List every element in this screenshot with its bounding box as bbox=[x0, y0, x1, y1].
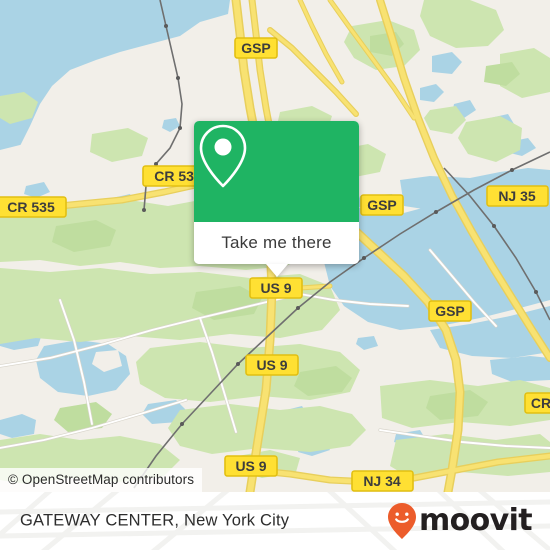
shield-label: NJ 35 bbox=[498, 188, 536, 204]
shield-gsp-north: GSP bbox=[234, 37, 278, 59]
shield-label: CR 535 bbox=[7, 199, 55, 215]
shield-label: CR bbox=[531, 395, 550, 411]
moovit-map-screenshot: GSP CR 535 CR 535 GSP NJ 35 US 9 GSP US 9 CR US 9… bbox=[0, 0, 550, 550]
bottom-info-bar: GATEWAY CENTER, New York City moovit bbox=[0, 492, 550, 550]
shield-us9-lower: US 9 bbox=[224, 455, 278, 477]
place-separator: , bbox=[174, 511, 184, 530]
shield-label: GSP bbox=[367, 197, 397, 213]
take-me-there-label: Take me there bbox=[221, 233, 332, 252]
shield-label: US 9 bbox=[256, 357, 287, 373]
place-city: New York City bbox=[183, 511, 290, 530]
moovit-brand[interactable]: moovit bbox=[387, 502, 533, 540]
shield-label: US 9 bbox=[260, 280, 291, 296]
map-pin-icon bbox=[199, 124, 247, 188]
shield-us9-upper: US 9 bbox=[249, 277, 303, 299]
place-title: GATEWAY CENTER, New York City bbox=[20, 512, 289, 531]
openstreetmap-attribution[interactable]: © OpenStreetMap contributors bbox=[0, 468, 203, 492]
popup-pointer-tail bbox=[265, 264, 288, 277]
moovit-smiley-pin-icon bbox=[387, 503, 416, 539]
shield-label: US 9 bbox=[235, 458, 266, 474]
shield-cr535-west: CR 535 bbox=[0, 196, 67, 218]
shield-label: GSP bbox=[241, 40, 271, 56]
shield-nj35-east: NJ 35 bbox=[486, 185, 549, 207]
shield-label: NJ 34 bbox=[363, 473, 401, 489]
popup-marker-panel bbox=[194, 121, 359, 222]
shield-gsp-mid: GSP bbox=[360, 194, 404, 216]
shield-label: GSP bbox=[435, 303, 465, 319]
shield-us9-mid: US 9 bbox=[245, 354, 299, 376]
take-me-there-button[interactable]: Take me there bbox=[194, 222, 359, 264]
shield-nj34: NJ 34 bbox=[351, 470, 414, 492]
place-name: GATEWAY CENTER bbox=[20, 511, 175, 530]
shield-gsp-south: GSP bbox=[428, 300, 472, 322]
moovit-wordmark: moovit bbox=[418, 503, 533, 538]
map-canvas[interactable]: GSP CR 535 CR 535 GSP NJ 35 US 9 GSP US 9 CR US 9… bbox=[0, 0, 550, 492]
shield-cr-edge: CR bbox=[524, 392, 550, 414]
location-popup-card[interactable]: Take me there bbox=[194, 121, 359, 277]
